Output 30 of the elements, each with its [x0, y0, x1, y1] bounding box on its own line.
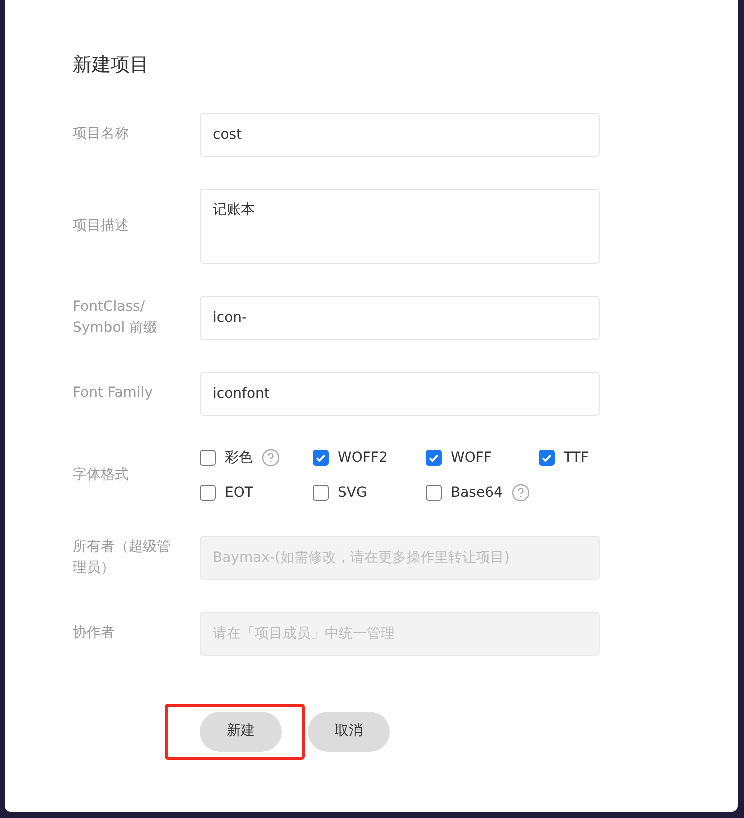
checkbox-label: Base64 [451, 484, 503, 503]
checkbox-label: 彩色 [225, 448, 253, 468]
checkbox[interactable] [426, 485, 442, 502]
checkbox[interactable] [426, 450, 442, 466]
checkbox[interactable] [200, 450, 216, 466]
checkbox[interactable] [539, 450, 555, 466]
field-label: Font Family [73, 384, 154, 404]
field-label: 协作者 [73, 624, 116, 644]
field-label: 字体格式 [73, 466, 130, 486]
button[interactable]: 取消 [308, 712, 390, 752]
help-icon[interactable] [512, 484, 530, 502]
text-area[interactable]: 记账本 [200, 188, 600, 264]
field-label: FontClass/ Symbol 前缀 [73, 298, 159, 338]
input-field[interactable]: icon- [200, 296, 600, 340]
field-label: 所有者（超级管理员） [73, 538, 172, 578]
checkbox-label: SVG [338, 484, 368, 503]
input-field[interactable]: iconfont [200, 372, 600, 416]
checkbox-label: WOFF [451, 448, 492, 468]
checkbox[interactable] [313, 485, 329, 502]
checkbox[interactable] [200, 485, 216, 502]
help-icon[interactable] [262, 449, 280, 468]
checkbox-label: WOFF2 [338, 448, 388, 468]
input-field[interactable]: cost [200, 112, 600, 157]
button[interactable]: 新建 [200, 712, 282, 752]
field-label: 项目名称 [73, 125, 130, 144]
checkbox-label: EOT [225, 484, 254, 503]
dialog-title: 新建项目 [73, 54, 150, 77]
checkbox[interactable] [313, 450, 329, 466]
checkbox-label: TTF [564, 448, 589, 468]
field-label: 项目描述 [73, 216, 130, 236]
